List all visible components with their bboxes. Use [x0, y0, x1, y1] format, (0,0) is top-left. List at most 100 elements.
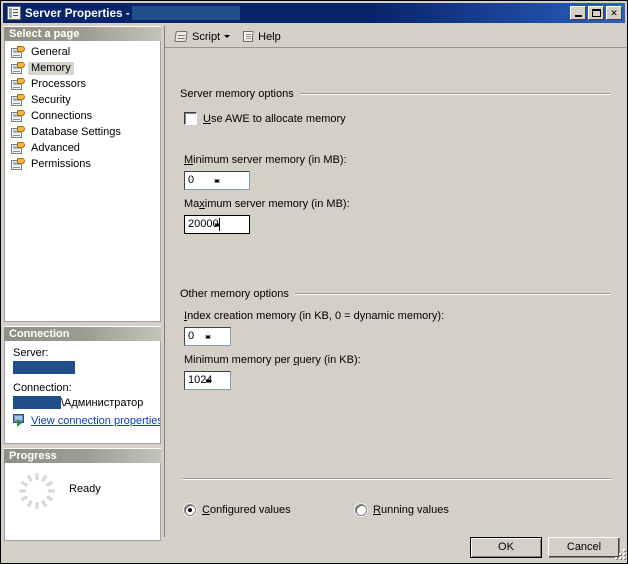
close-button[interactable]: ✕: [606, 6, 622, 20]
select-a-page-header: Select a page: [4, 26, 161, 41]
connection-user-suffix: \Администратор: [61, 397, 143, 409]
use-awe-checkbox-row[interactable]: Use AWE to allocate memory: [184, 112, 346, 125]
sidebar-item-label: Memory: [28, 62, 74, 75]
max-server-memory-label-text: imum server memory (in MB):: [205, 198, 350, 210]
connection-properties-icon: [13, 414, 27, 427]
min-server-memory-input[interactable]: 0: [184, 171, 250, 190]
connection-server-label: Server:: [13, 347, 160, 359]
content-pane: Script Help Server memory options Use AW…: [164, 26, 626, 537]
toolbar: Script Help: [165, 26, 626, 48]
use-awe-checkbox[interactable]: [184, 112, 197, 125]
page-icon: [11, 159, 24, 171]
max-server-memory-stepper[interactable]: [233, 217, 248, 232]
running-values-radio-row[interactable]: Running values: [355, 504, 449, 516]
window-title-text: Server Properties -: [25, 8, 130, 20]
other-memory-options-title: Other memory options: [180, 288, 295, 300]
sidebar-item-connections[interactable]: Connections: [5, 109, 160, 124]
server-memory-options-title: Server memory options: [180, 88, 300, 100]
running-values-radio[interactable]: [355, 504, 367, 516]
script-label: Script: [192, 31, 220, 43]
connection-server-value-redacted: [13, 361, 75, 374]
page-icon: [11, 143, 24, 155]
script-button[interactable]: Script: [171, 27, 239, 46]
cancel-button[interactable]: Cancel: [548, 537, 620, 558]
max-server-memory-label-a: Ma: [184, 198, 199, 210]
max-server-memory-value[interactable]: 20000: [185, 216, 233, 233]
minimize-button[interactable]: [570, 6, 586, 20]
sidebar-item-label: Permissions: [28, 158, 94, 171]
ok-button[interactable]: OK: [470, 537, 542, 558]
sidebar-item-general[interactable]: General: [5, 45, 160, 60]
sidebar-item-label: Processors: [28, 78, 89, 91]
page-icon: [11, 111, 24, 123]
max-server-memory-input[interactable]: 20000: [184, 215, 250, 234]
min-memory-per-query-stepper[interactable]: [214, 373, 229, 388]
help-button[interactable]: Help: [239, 27, 284, 46]
configured-values-radio-row[interactable]: Configured values: [184, 504, 291, 516]
sidebar-item-permissions[interactable]: Permissions: [5, 157, 160, 172]
resize-grip[interactable]: [612, 546, 626, 560]
maximize-button[interactable]: [588, 6, 604, 20]
window-icon: [7, 6, 21, 20]
sidebar-item-label: Advanced: [28, 142, 83, 155]
page-icon: [11, 63, 24, 75]
index-creation-memory-label-text: ndex creation memory (in KB, 0 = dynamic…: [187, 310, 444, 322]
server-properties-window: Server Properties - ✕ Select a page Gene…: [0, 0, 628, 564]
min-memory-per-query-input[interactable]: 1024: [184, 371, 231, 390]
connection-panel: Server: Connection: \Администратор View …: [4, 341, 161, 444]
min-memory-per-query-label-text: uery (in KB):: [300, 354, 361, 366]
min-server-memory-value[interactable]: 0: [185, 172, 233, 189]
group-divider: [300, 93, 610, 95]
min-server-memory-stepper[interactable]: [233, 173, 248, 188]
sidebar-item-processors[interactable]: Processors: [5, 77, 160, 92]
configured-values-radio[interactable]: [184, 504, 196, 516]
group-divider: [295, 293, 610, 295]
view-connection-properties-row[interactable]: View connection properties: [13, 414, 160, 427]
progress-panel: Ready: [4, 463, 161, 541]
sidebar-item-label: General: [28, 46, 73, 59]
sidebar-item-security[interactable]: Security: [5, 93, 160, 108]
page-icon: [11, 79, 24, 91]
chevron-down-icon[interactable]: [224, 35, 230, 38]
values-mode-separator: [183, 478, 611, 480]
page-list[interactable]: General Memory Processors Security Conne…: [4, 41, 161, 322]
close-icon: ✕: [607, 7, 621, 19]
other-memory-options-group: Other memory options: [180, 288, 610, 300]
minimize-icon: [571, 7, 585, 19]
min-server-memory-label: Minimum server memory (in MB):: [184, 154, 347, 166]
sidebar-item-label: Database Settings: [28, 126, 124, 139]
index-creation-memory-label: Index creation memory (in KB, 0 = dynami…: [184, 310, 444, 322]
running-values-label: Running values: [373, 504, 449, 516]
left-panel: Select a page General Memory Processors …: [4, 26, 161, 537]
use-awe-label: Use AWE to allocate memory: [203, 113, 346, 125]
progress-header: Progress: [4, 448, 161, 463]
sidebar-item-database-settings[interactable]: Database Settings: [5, 125, 160, 140]
window-controls: ✕: [570, 6, 623, 20]
server-memory-options-group: Server memory options: [180, 88, 610, 100]
page-icon: [11, 47, 24, 59]
server-name-redacted: [132, 6, 240, 20]
sidebar-item-advanced[interactable]: Advanced: [5, 141, 160, 156]
script-icon: [174, 30, 189, 44]
sidebar-item-memory[interactable]: Memory: [5, 61, 160, 76]
min-server-memory-label-text: inimum server memory (in MB):: [193, 154, 346, 166]
page-icon: [11, 127, 24, 139]
window-title: Server Properties -: [25, 6, 240, 20]
titlebar[interactable]: Server Properties - ✕: [3, 3, 625, 23]
min-server-memory-label-mnemonic: M: [184, 154, 193, 166]
memory-settings-pane: Server memory options Use AWE to allocat…: [165, 48, 626, 536]
connection-header: Connection: [4, 326, 161, 341]
progress-status: Ready: [69, 483, 101, 495]
progress-spinner-icon: [17, 471, 57, 511]
sidebar-item-label: Connections: [28, 110, 95, 123]
connection-user-row: \Администратор: [13, 396, 160, 409]
configured-values-label: Configured values: [202, 504, 291, 516]
index-creation-memory-input[interactable]: 0: [184, 327, 231, 346]
view-connection-properties-link[interactable]: View connection properties: [31, 415, 161, 427]
min-memory-per-query-label: Minimum memory per query (in KB):: [184, 354, 361, 366]
dialog-footer: OK Cancel: [4, 536, 626, 560]
index-creation-memory-stepper[interactable]: [214, 329, 229, 344]
help-label: Help: [258, 31, 281, 43]
sidebar-item-label: Security: [28, 94, 74, 107]
connection-user-label: Connection:: [13, 382, 160, 394]
